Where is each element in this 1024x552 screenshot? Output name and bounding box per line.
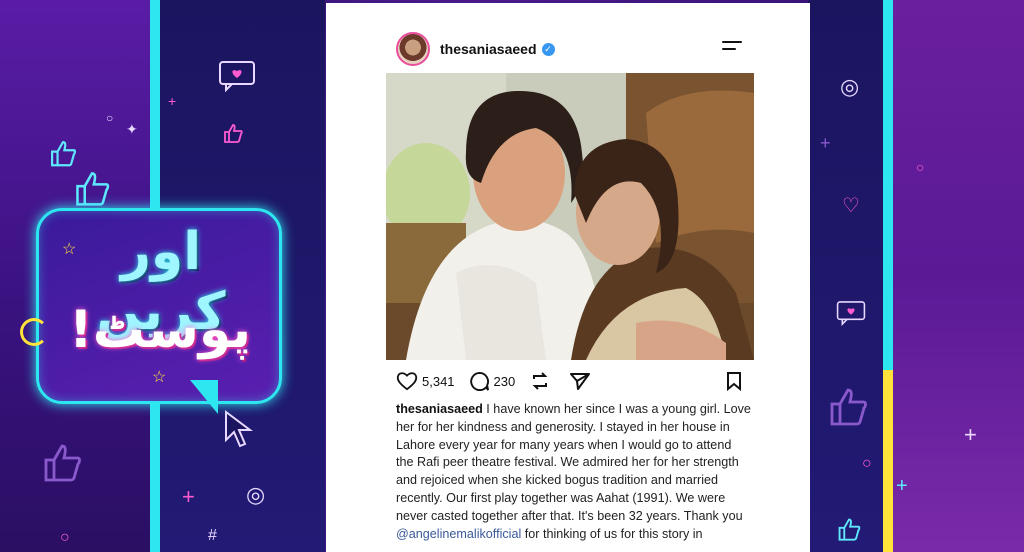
star-icon: ☆ [152, 369, 167, 386]
thumbs-up-icon [222, 122, 244, 144]
headline-line2: پوسٹ! [68, 300, 252, 360]
chat-heart-icon [218, 60, 256, 92]
post-username[interactable]: thesaniasaeed [440, 41, 537, 57]
right-yellow-stripe [883, 370, 893, 552]
repost-icon[interactable] [529, 370, 555, 392]
sparkle-icon: ✦ [126, 121, 138, 137]
hashtag-icon: # [208, 527, 217, 544]
thumbs-up-icon [40, 440, 84, 484]
like-count: 5,341 [422, 373, 455, 389]
like-action[interactable]: 5,341 [396, 371, 455, 391]
right-background [893, 0, 1024, 552]
caption-text: I have known her since I was a young gir… [396, 402, 751, 523]
thumbs-up-icon [48, 138, 78, 168]
avatar[interactable] [396, 32, 430, 66]
heart-outline-icon: ♡ [842, 195, 860, 217]
comment-icon [469, 371, 489, 391]
comment-action[interactable]: 230 [469, 371, 516, 392]
post-caption: thesaniasaeed I have known her since I w… [396, 401, 752, 543]
plus-icon: + [896, 475, 908, 497]
user-circle-icon: ◎ [840, 74, 860, 99]
user-circle-icon: ◎ [246, 482, 266, 507]
heart-icon [396, 372, 418, 391]
circle-icon: ○ [916, 159, 925, 175]
caption-username[interactable]: thesaniasaeed [396, 402, 483, 416]
bubble-accent [20, 318, 48, 346]
circle-icon: ○ [106, 111, 114, 125]
instagram-post-card: thesaniasaeed ✓ 5,341 230 thesaniasaeed … [326, 3, 810, 552]
post-photo[interactable] [386, 73, 754, 360]
bubble-tail [190, 380, 218, 414]
caption-mention[interactable]: @angelinemalikofficial [396, 527, 521, 541]
post-header: thesaniasaeed ✓ [396, 32, 555, 66]
thumbs-up-icon [836, 516, 862, 542]
caption-tail: for thinking of us for this story in [521, 526, 703, 541]
bookmark-icon[interactable] [726, 371, 742, 396]
plus-icon: + [820, 133, 831, 153]
plus-icon: + [168, 93, 177, 109]
thumbs-up-icon [826, 384, 870, 428]
chat-heart-icon [836, 300, 866, 326]
post-actions: 5,341 230 [396, 369, 742, 393]
comment-count: 230 [493, 373, 516, 389]
thumbs-up-icon [70, 168, 114, 208]
verified-badge-icon: ✓ [541, 42, 555, 56]
circle-icon: ○ [60, 529, 70, 546]
sparkle-icon: + [964, 422, 977, 447]
circle-icon: ○ [862, 455, 872, 472]
plus-icon: + [182, 484, 195, 509]
cursor-icon [222, 410, 258, 450]
share-icon[interactable] [569, 370, 595, 392]
menu-icon[interactable] [722, 41, 742, 55]
right-cyan-stripe [883, 0, 893, 370]
